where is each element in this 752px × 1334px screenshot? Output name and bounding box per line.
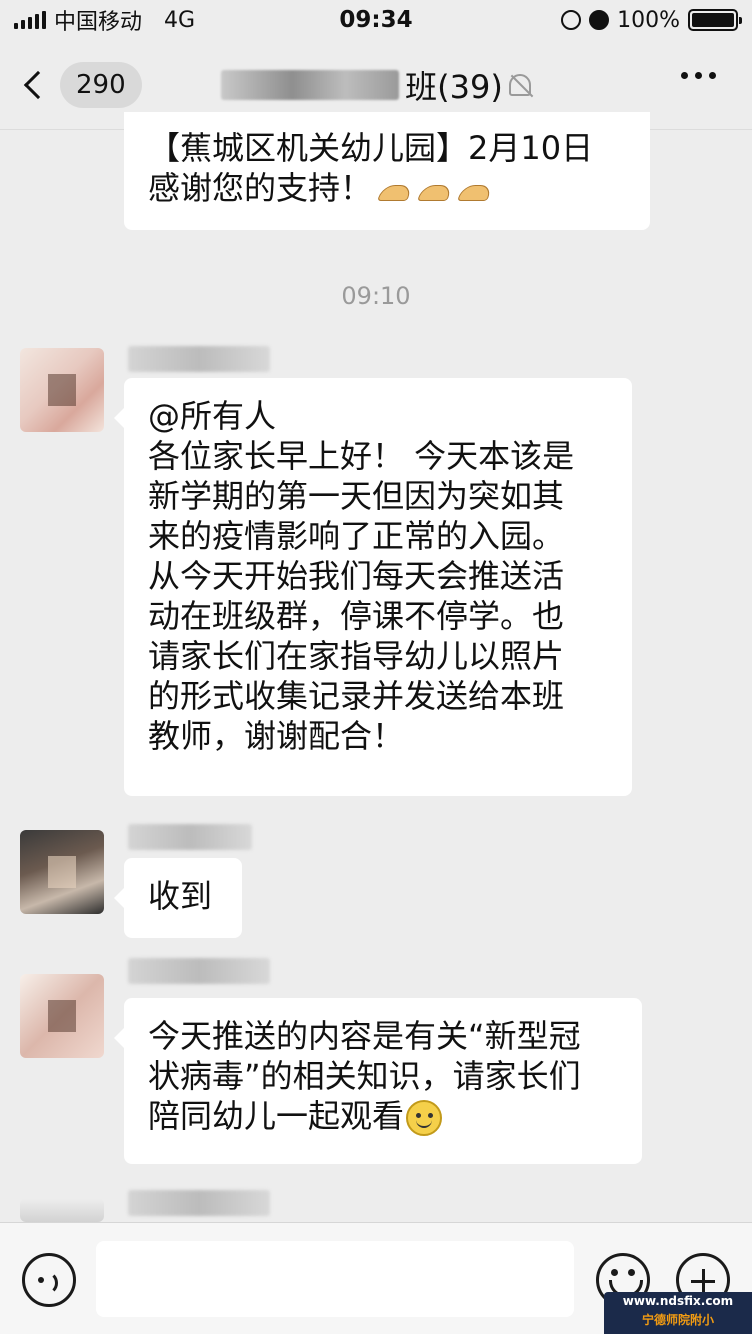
message-text-line: 感谢您的支持！ bbox=[148, 168, 626, 208]
avatar[interactable] bbox=[20, 348, 104, 432]
battery-icon bbox=[688, 9, 742, 31]
message-text: 陪同幼儿一起观看 bbox=[148, 1097, 405, 1135]
message-text: 状病毒”的相关知识，请家长们 bbox=[148, 1057, 581, 1095]
message-text: 各位家长早上好！ 今天本该是 bbox=[148, 437, 575, 475]
voice-icon[interactable] bbox=[22, 1253, 76, 1307]
sender-name bbox=[128, 1190, 270, 1216]
message-text-line: 陪同幼儿一起观看 bbox=[148, 1096, 618, 1136]
alarm-icon bbox=[589, 10, 610, 30]
avatar[interactable] bbox=[20, 974, 104, 1058]
unread-count-badge: 290 bbox=[60, 61, 142, 108]
status-right: 100% bbox=[561, 7, 742, 33]
sender-name bbox=[128, 824, 252, 850]
signal-icon bbox=[14, 11, 46, 29]
message-text: 动在班级群，停课不停学。也 bbox=[148, 597, 565, 635]
message-text: 来的疫情影响了正常的入园。 bbox=[148, 517, 565, 555]
watermark: www.ndsfix.com 宁德师院附小 bbox=[604, 1292, 752, 1334]
back-chevron-icon bbox=[23, 70, 53, 100]
watermark-url: www.ndsfix.com bbox=[622, 1294, 734, 1308]
avatar[interactable] bbox=[20, 830, 104, 914]
status-left: 中国移动 4G bbox=[14, 4, 561, 36]
message-text: 新学期的第一天但因为突如其 bbox=[148, 477, 565, 515]
message-bubble[interactable]: 今天推送的内容是有关“新型冠 状病毒”的相关知识，请家长们 陪同幼儿一起观看 bbox=[114, 998, 642, 1164]
message-text: 【蕉城区机关幼儿园】2月10日 bbox=[148, 129, 594, 167]
blurred-group-name bbox=[221, 70, 400, 100]
message-timestamp: 09:10 bbox=[341, 282, 411, 310]
message-text: 感谢您的支持！ bbox=[148, 169, 373, 207]
message-bubble[interactable]: @所有人 各位家长早上好！ 今天本该是 新学期的第一天但因为突如其 来的疫情影响… bbox=[114, 378, 632, 796]
clap-emoji-icon bbox=[458, 177, 492, 203]
message-input[interactable] bbox=[96, 1241, 574, 1317]
battery-fill bbox=[692, 13, 734, 27]
back-button[interactable]: 290 bbox=[23, 61, 142, 108]
message-text: 今天推送的内容是有关“新型冠 bbox=[148, 1017, 581, 1055]
message-bubble[interactable]: 收到 bbox=[114, 858, 242, 938]
sender-name bbox=[128, 346, 270, 372]
chat-title-suffix: 班(39) bbox=[405, 68, 503, 106]
battery-percent: 100% bbox=[617, 7, 680, 33]
mute-icon bbox=[508, 74, 531, 96]
status-bar: 中国移动 4G 09:34 100% bbox=[0, 0, 752, 40]
message-text: 的形式收集记录并发送给本班 bbox=[148, 677, 565, 715]
more-icon[interactable] bbox=[681, 72, 716, 79]
message-bubble[interactable]: 【蕉城区机关幼儿园】2月10日 感谢您的支持！ bbox=[124, 112, 650, 230]
watermark-name: 宁德师院附小 bbox=[641, 1313, 714, 1327]
sender-name bbox=[128, 958, 270, 984]
message-text: 从今天开始我们每天会推送活 bbox=[148, 557, 565, 595]
message-text: 教师，谢谢配合！ bbox=[148, 717, 405, 755]
message-text: @所有人 bbox=[148, 397, 277, 435]
avatar[interactable] bbox=[20, 1198, 104, 1222]
smile-emoji-icon bbox=[406, 1100, 443, 1136]
clap-emoji-icon bbox=[418, 177, 452, 203]
rotation-lock-icon bbox=[561, 10, 582, 30]
message-text: 收到 bbox=[148, 877, 213, 915]
message-text: 请家长们在家指导幼儿以照片 bbox=[148, 637, 565, 675]
carrier-label: 中国移动 bbox=[54, 10, 143, 35]
clap-emoji-icon bbox=[378, 177, 412, 203]
network-label: 4G bbox=[164, 7, 196, 33]
